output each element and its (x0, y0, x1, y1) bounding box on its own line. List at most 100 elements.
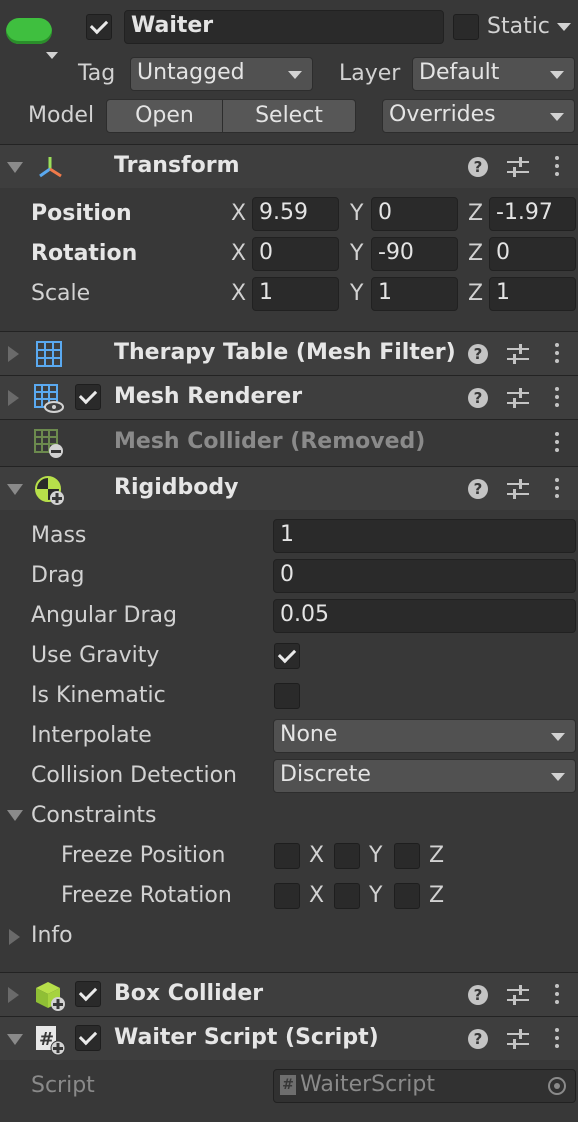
mesh-collider-header[interactable]: Mesh Collider (Removed) (0, 419, 578, 467)
mesh-renderer-header[interactable]: Mesh Renderer ? (0, 375, 578, 419)
presets-icon[interactable] (507, 1029, 529, 1049)
drag-field[interactable]: 0 (273, 559, 576, 593)
freeze-rotation-z-checkbox[interactable] (394, 883, 420, 909)
presets-icon[interactable] (507, 479, 529, 499)
presets-icon[interactable] (507, 157, 529, 177)
freeze-position-y-checkbox[interactable] (334, 843, 360, 869)
rigidbody-icon (35, 476, 64, 505)
rotation-y-axis[interactable]: Y (350, 239, 363, 269)
is-kinematic-checkbox[interactable] (274, 683, 300, 709)
mesh-collider-title: Mesh Collider (Removed) (114, 429, 426, 454)
freeze-rotation-y-checkbox[interactable] (334, 883, 360, 909)
scale-z-axis[interactable]: Z (468, 279, 483, 309)
is-kinematic-label: Is Kinematic (31, 683, 166, 708)
overrides-dropdown[interactable]: Overrides (382, 99, 575, 133)
waiter-script-header[interactable]: # Waiter Script (Script) ? (0, 1016, 578, 1060)
use-gravity-checkbox[interactable] (274, 643, 300, 669)
more-options-icon[interactable] (555, 984, 559, 1008)
position-z-axis[interactable]: Z (468, 199, 483, 229)
foldout-collapsed-icon[interactable] (8, 987, 19, 1003)
scale-z-field[interactable]: 1 (489, 277, 576, 311)
mass-field[interactable]: 1 (273, 519, 576, 553)
tag-dropdown[interactable]: Untagged (130, 57, 313, 91)
position-y-field[interactable]: 0 (371, 197, 458, 231)
freeze-rotation-label: Freeze Rotation (61, 883, 232, 908)
rotation-x-field[interactable]: 0 (252, 237, 339, 271)
scale-x-axis[interactable]: X (231, 279, 246, 309)
collision-detection-label: Collision Detection (31, 763, 238, 788)
rotation-x-axis[interactable]: X (231, 239, 246, 269)
collision-detection-dropdown[interactable]: Discrete (273, 759, 576, 793)
transform-icon (39, 157, 62, 178)
more-options-icon[interactable] (555, 478, 559, 502)
layer-value: Default (419, 60, 500, 85)
scale-x-field[interactable]: 1 (252, 277, 339, 311)
position-x-field[interactable]: 9.59 (252, 197, 339, 231)
model-select-button[interactable]: Select (222, 99, 356, 133)
help-icon[interactable]: ? (468, 479, 488, 499)
more-options-icon[interactable] (555, 343, 559, 367)
transform-header[interactable]: Transform ? (0, 144, 578, 188)
info-foldout-icon[interactable] (9, 929, 20, 945)
script-object-field[interactable]: # WaiterScript (273, 1069, 576, 1103)
help-icon[interactable]: ? (468, 157, 488, 177)
box-collider-enabled-checkbox[interactable] (75, 981, 101, 1007)
help-icon[interactable]: ? (468, 388, 488, 408)
box-collider-title: Box Collider (114, 981, 264, 1006)
rotation-z-field[interactable]: 0 (489, 237, 576, 271)
scale-y-axis[interactable]: Y (350, 279, 363, 309)
static-checkbox[interactable] (453, 14, 479, 40)
rotation-y-field[interactable]: -90 (371, 237, 458, 271)
freeze-position-z-label: Z (429, 843, 445, 868)
presets-icon[interactable] (507, 344, 529, 364)
more-options-icon[interactable] (555, 156, 559, 180)
rotation-z-axis[interactable]: Z (468, 239, 483, 269)
drag-label: Drag (31, 563, 85, 588)
help-icon[interactable]: ? (468, 1029, 488, 1049)
constraints-label[interactable]: Constraints (31, 801, 157, 831)
waiter-script-enabled-checkbox[interactable] (75, 1025, 101, 1051)
foldout-expanded-icon[interactable] (7, 162, 23, 173)
angular-drag-label: Angular Drag (31, 603, 177, 628)
foldout-expanded-icon[interactable] (7, 1034, 23, 1045)
interpolate-value: None (280, 722, 338, 747)
info-label[interactable]: Info (31, 921, 73, 951)
position-y-axis[interactable]: Y (350, 199, 363, 229)
presets-icon[interactable] (507, 388, 529, 408)
foldout-collapsed-icon[interactable] (8, 346, 19, 362)
freeze-rotation-x-checkbox[interactable] (274, 883, 300, 909)
freeze-position-z-checkbox[interactable] (394, 843, 420, 869)
more-options-icon[interactable] (555, 387, 559, 411)
name-field[interactable]: Waiter (124, 10, 444, 44)
icon-dropdown-arrow-icon[interactable] (46, 52, 58, 59)
rigidbody-header[interactable]: Rigidbody ? (0, 466, 578, 510)
box-collider-header[interactable]: Box Collider ? (0, 972, 578, 1016)
mesh-filter-header[interactable]: Therapy Table (Mesh Filter) ? (0, 331, 578, 375)
scale-y-field[interactable]: 1 (371, 277, 458, 311)
position-x-axis[interactable]: X (231, 199, 246, 229)
interpolate-dropdown[interactable]: None (273, 719, 576, 753)
position-z-field[interactable]: -1.97 (489, 197, 576, 231)
foldout-collapsed-icon[interactable] (8, 390, 19, 406)
layer-dropdown[interactable]: Default (412, 57, 575, 91)
more-options-icon[interactable] (555, 432, 559, 456)
static-label: Static (487, 14, 550, 39)
mesh-renderer-enabled-checkbox[interactable] (75, 384, 101, 410)
overrides-label: Overrides (389, 102, 496, 127)
chevron-down-icon (550, 113, 564, 121)
help-icon[interactable]: ? (468, 985, 488, 1005)
foldout-expanded-icon[interactable] (7, 484, 23, 495)
static-dropdown-arrow-icon[interactable] (557, 23, 571, 31)
more-options-icon[interactable] (555, 1028, 559, 1052)
presets-icon[interactable] (507, 985, 529, 1005)
object-picker-icon[interactable] (548, 1077, 566, 1095)
angular-drag-field[interactable]: 0.05 (273, 599, 576, 633)
chevron-down-icon (288, 71, 302, 79)
help-icon[interactable]: ? (468, 344, 488, 364)
freeze-position-x-checkbox[interactable] (274, 843, 300, 869)
gameobject-icon[interactable] (6, 18, 52, 44)
model-open-button[interactable]: Open (106, 99, 223, 133)
constraints-foldout-icon[interactable] (7, 810, 23, 821)
scale-label: Scale (31, 281, 91, 306)
active-checkbox[interactable] (86, 14, 112, 40)
